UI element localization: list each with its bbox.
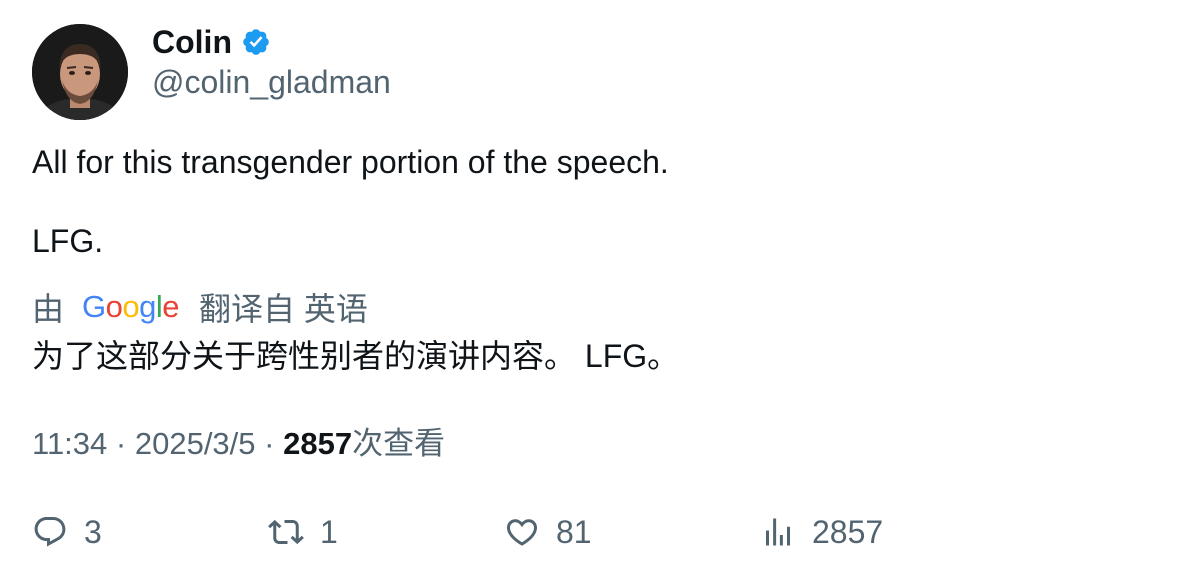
author-name-row: Colin [152, 22, 271, 62]
translated-by-label: 由 [32, 291, 65, 327]
avatar[interactable] [32, 24, 128, 120]
views-button[interactable]: 2857 [760, 511, 883, 553]
views-chart-icon [766, 518, 790, 546]
meta-separator: · [115, 426, 127, 461]
tweet-card: Colin @colin_gladman All for this transg… [0, 0, 1196, 578]
profile-photo-icon [32, 24, 128, 120]
tweet-meta: 11:34 · 2025/3/5 · 2857次查看 [32, 424, 445, 464]
tweet-date[interactable]: 2025/3/5 [135, 426, 256, 461]
views-label: 次查看 [352, 426, 446, 461]
heart-icon [506, 519, 538, 546]
author-display-name[interactable]: Colin [152, 22, 232, 62]
translated-tweet-text: 为了这部分关于跨性别者的演讲内容。 LFG。 [32, 338, 680, 374]
meta-separator: · [264, 426, 275, 461]
retweet-count: 1 [320, 513, 338, 550]
reply-icon [34, 517, 66, 547]
views-count: 2857 [283, 426, 353, 461]
google-logo[interactable]: Google [82, 289, 180, 325]
reply-button[interactable]: 3 [32, 511, 102, 553]
translation-attribution: 由 Google 翻译自 英语 [32, 287, 368, 327]
author-handle[interactable]: @colin_gladman [152, 62, 391, 102]
tweet-text-line-2: LFG. [32, 223, 104, 259]
views-action-count: 2857 [812, 513, 884, 550]
tweet-text-line-1: All for this transgender portion of the … [32, 144, 669, 180]
translated-from-label: 翻译自 英语 [199, 291, 368, 327]
like-count: 81 [556, 513, 592, 550]
like-button[interactable]: 81 [504, 511, 592, 553]
reply-count: 3 [84, 513, 102, 550]
verified-badge-icon [243, 29, 269, 55]
retweet-button[interactable]: 1 [268, 511, 338, 553]
retweet-icon [268, 519, 304, 545]
tweet-time[interactable]: 11:34 [32, 426, 107, 461]
